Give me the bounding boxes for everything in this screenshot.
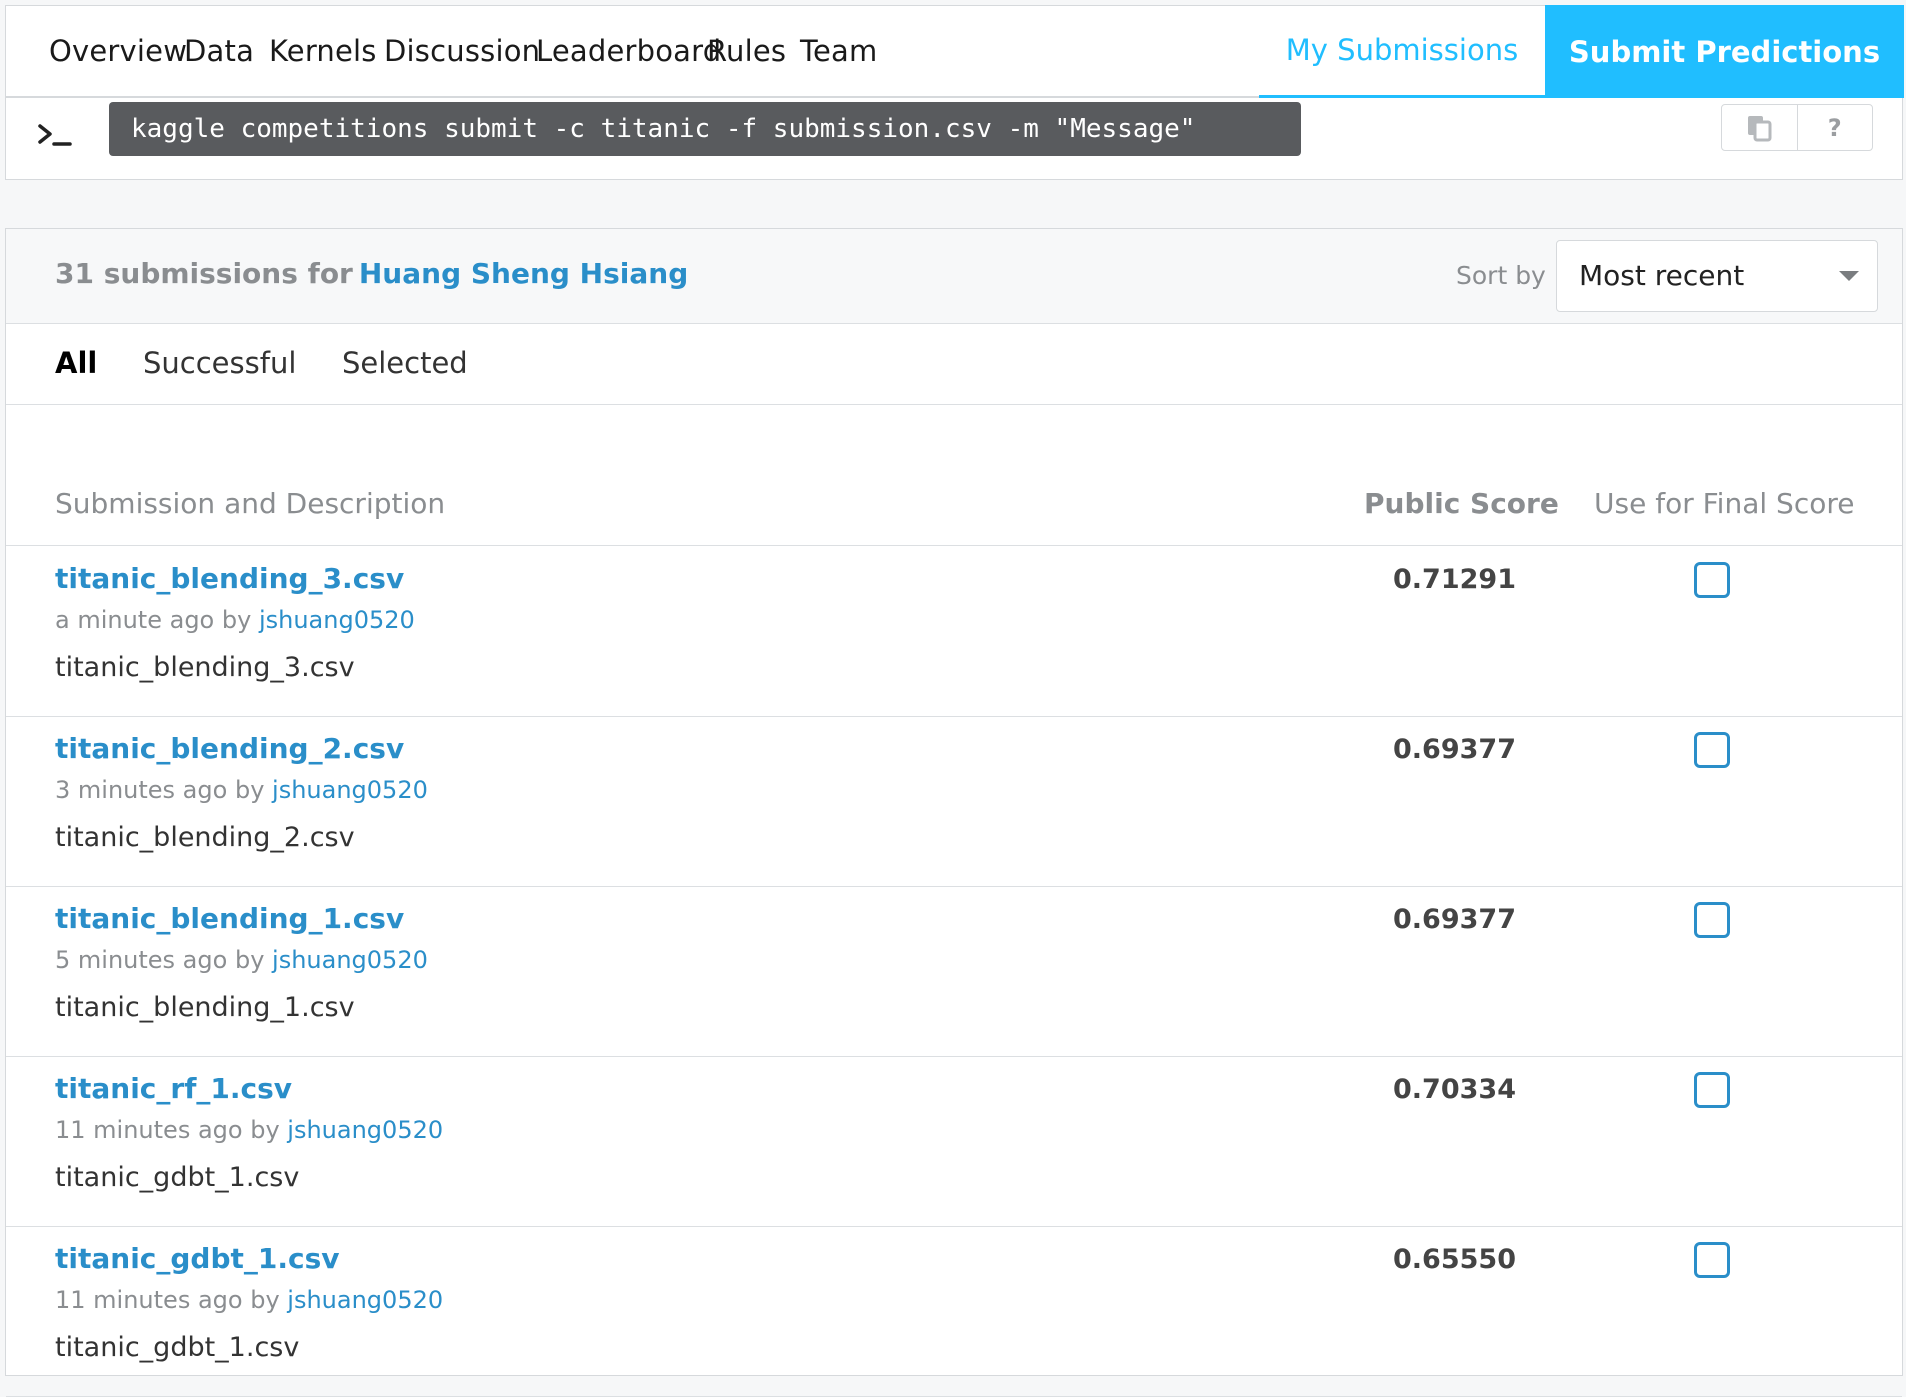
submission-file-link[interactable]: titanic_gdbt_1.csv [55,1242,340,1275]
submission-author-link[interactable]: jshuang0520 [259,606,415,634]
help-button[interactable]: ? [1796,105,1873,150]
column-header-public-score: Public Score [1364,487,1559,520]
tab-selected[interactable]: Selected [342,346,468,380]
submission-time: 11 minutes ago [55,1286,243,1314]
sort-select-value: Most recent [1579,259,1745,292]
nav-data[interactable]: Data [184,34,254,68]
submission-time: 3 minutes ago [55,776,228,804]
api-command-text[interactable]: kaggle competitions submit -c titanic -f… [109,102,1301,156]
submission-description: titanic_blending_2.csv [55,822,355,853]
submission-meta: 11 minutes ago by jshuang0520 [55,1116,443,1144]
public-score: 0.71291 [1393,564,1516,595]
tab-all[interactable]: All [55,346,97,380]
nav-leaderboard[interactable]: Leaderboard [536,34,721,68]
submission-row: titanic_blending_2.csv 3 minutes ago by … [6,716,1902,887]
submission-row: titanic_rf_1.csv 11 minutes ago by jshua… [6,1056,1902,1227]
submission-description: titanic_blending_1.csv [55,992,355,1023]
final-score-checkbox[interactable] [1694,902,1730,938]
submission-meta: 11 minutes ago by jshuang0520 [55,1286,443,1314]
submission-count-label: 31 submissions for [55,257,353,290]
submission-row: titanic_blending_1.csv 5 minutes ago by … [6,886,1902,1057]
submission-row: titanic_blending_3.csv a minute ago by j… [6,546,1902,717]
competition-nav: Overview Data Kernels Discussion Leaderb… [5,5,1904,99]
nav-rules[interactable]: Rules [707,34,786,68]
final-score-checkbox[interactable] [1694,1072,1730,1108]
copy-command-button[interactable] [1722,105,1797,150]
submission-by: by [250,1116,280,1144]
submission-meta: 3 minutes ago by jshuang0520 [55,776,428,804]
submission-time: a minute ago [55,606,215,634]
submit-predictions-button[interactable]: Submit Predictions [1545,5,1904,98]
submission-description: titanic_gdbt_1.csv [55,1332,300,1363]
submission-meta: 5 minutes ago by jshuang0520 [55,946,428,974]
submission-author-link[interactable]: jshuang0520 [272,776,428,804]
column-header-final-score: Use for Final Score [1594,487,1855,520]
nav-my-submissions[interactable]: My Submissions [1259,5,1545,99]
submission-file-link[interactable]: titanic_blending_2.csv [55,732,404,765]
submission-by: by [250,1286,280,1314]
submission-author-link[interactable]: jshuang0520 [287,1116,443,1144]
submission-author-link[interactable]: jshuang0520 [287,1286,443,1314]
submission-file-link[interactable]: titanic_rf_1.csv [55,1072,292,1105]
column-header-description: Submission and Description [55,487,446,520]
submission-time: 5 minutes ago [55,946,228,974]
public-score: 0.69377 [1393,734,1516,765]
submission-by: by [234,776,265,804]
submissions-table-header: Submission and Description Public Score … [6,461,1902,546]
final-score-checkbox[interactable] [1694,732,1730,768]
submission-row: titanic_gdbt_1.csv 11 minutes ago by jsh… [6,1226,1902,1397]
terminal-prompt-icon [38,124,72,146]
submissions-header: 31 submissions for Huang Sheng Hsiang Sor… [6,229,1902,324]
submission-count: 31 submissions for Huang Sheng Hsiang [55,257,688,290]
chevron-down-icon [1839,271,1859,281]
submission-file-link[interactable]: titanic_blending_1.csv [55,902,404,935]
api-command-bar: kaggle competitions submit -c titanic -f… [5,98,1903,180]
submission-time: 11 minutes ago [55,1116,243,1144]
submission-user-link[interactable]: Huang Sheng Hsiang [359,257,688,290]
nav-overview[interactable]: Overview [49,34,187,68]
submission-description: titanic_gdbt_1.csv [55,1162,300,1193]
public-score: 0.65550 [1393,1244,1516,1275]
copy-icon [1748,115,1772,141]
submission-file-link[interactable]: titanic_blending_3.csv [55,562,404,595]
submission-by: by [221,606,252,634]
public-score: 0.69377 [1393,904,1516,935]
submission-filter-tabs: All Successful Selected [6,324,1902,405]
submissions-panel: 31 submissions for Huang Sheng Hsiang Sor… [5,228,1903,1397]
nav-discussion[interactable]: Discussion [384,34,540,68]
nav-team[interactable]: Team [800,34,877,68]
sort-select[interactable]: Most recent [1556,240,1878,312]
submission-author-link[interactable]: jshuang0520 [272,946,428,974]
final-score-checkbox[interactable] [1694,1242,1730,1278]
tab-successful[interactable]: Successful [143,346,296,380]
submission-by: by [234,946,265,974]
nav-kernels[interactable]: Kernels [269,34,377,68]
sort-label: Sort by [1456,261,1546,290]
submission-meta: a minute ago by jshuang0520 [55,606,415,634]
public-score: 0.70334 [1393,1074,1516,1105]
submission-description: titanic_blending_3.csv [55,652,355,683]
final-score-checkbox[interactable] [1694,562,1730,598]
command-actions: ? [1721,104,1873,151]
